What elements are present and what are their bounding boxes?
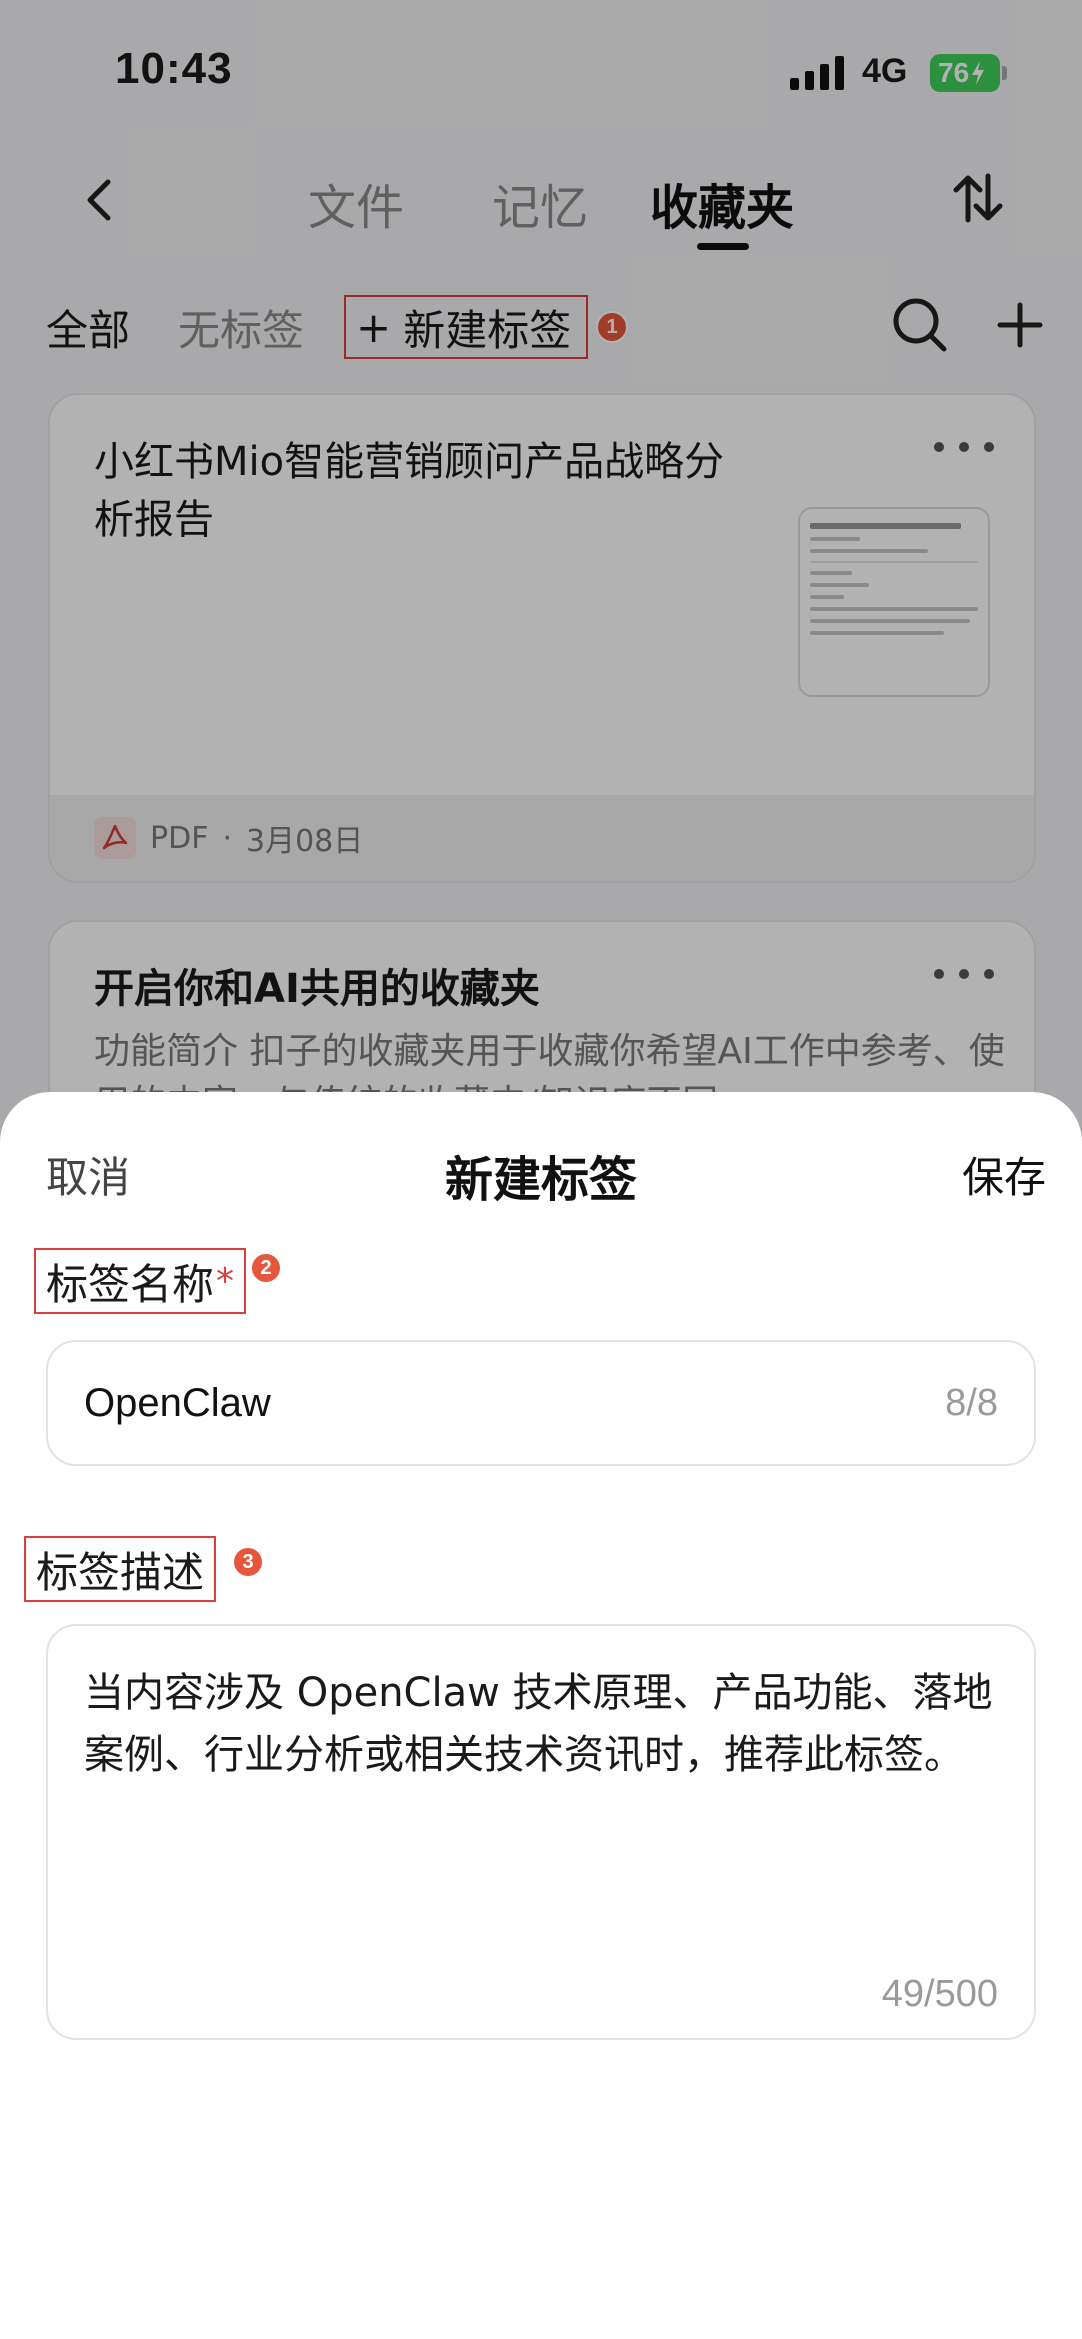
required-mark: * xyxy=(216,1260,235,1302)
save-button[interactable]: 保存 xyxy=(962,1144,1046,1205)
tag-name-input[interactable]: OpenClaw 8/8 xyxy=(46,1340,1036,1466)
tag-name-label: 标签名称 * xyxy=(34,1248,247,1314)
tag-description-value: 当内容涉及 OpenClaw 技术原理、产品功能、落地案例、行业分析或相关技术资… xyxy=(84,1670,993,1778)
tag-description-input[interactable]: 当内容涉及 OpenClaw 技术原理、产品功能、落地案例、行业分析或相关技术资… xyxy=(46,1624,1036,2040)
tag-name-counter: 8/8 xyxy=(945,1381,998,1424)
tag-name-value: OpenClaw xyxy=(84,1380,271,1425)
tag-description-counter: 49/500 xyxy=(881,1973,998,2015)
annotation-badge-2: 2 xyxy=(250,1252,282,1284)
new-tag-sheet: 取消 新建标签 保存 标签名称 * 2 OpenClaw 8/8 标签描述 3 … xyxy=(0,1092,1082,2339)
tag-name-label-text: 标签名称 xyxy=(46,1259,215,1309)
tag-description-label-text: 标签描述 xyxy=(36,1547,205,1597)
annotation-badge-3: 3 xyxy=(232,1546,264,1578)
sheet-title: 新建标签 xyxy=(444,1152,637,1208)
tag-description-label: 标签描述 xyxy=(24,1536,217,1602)
